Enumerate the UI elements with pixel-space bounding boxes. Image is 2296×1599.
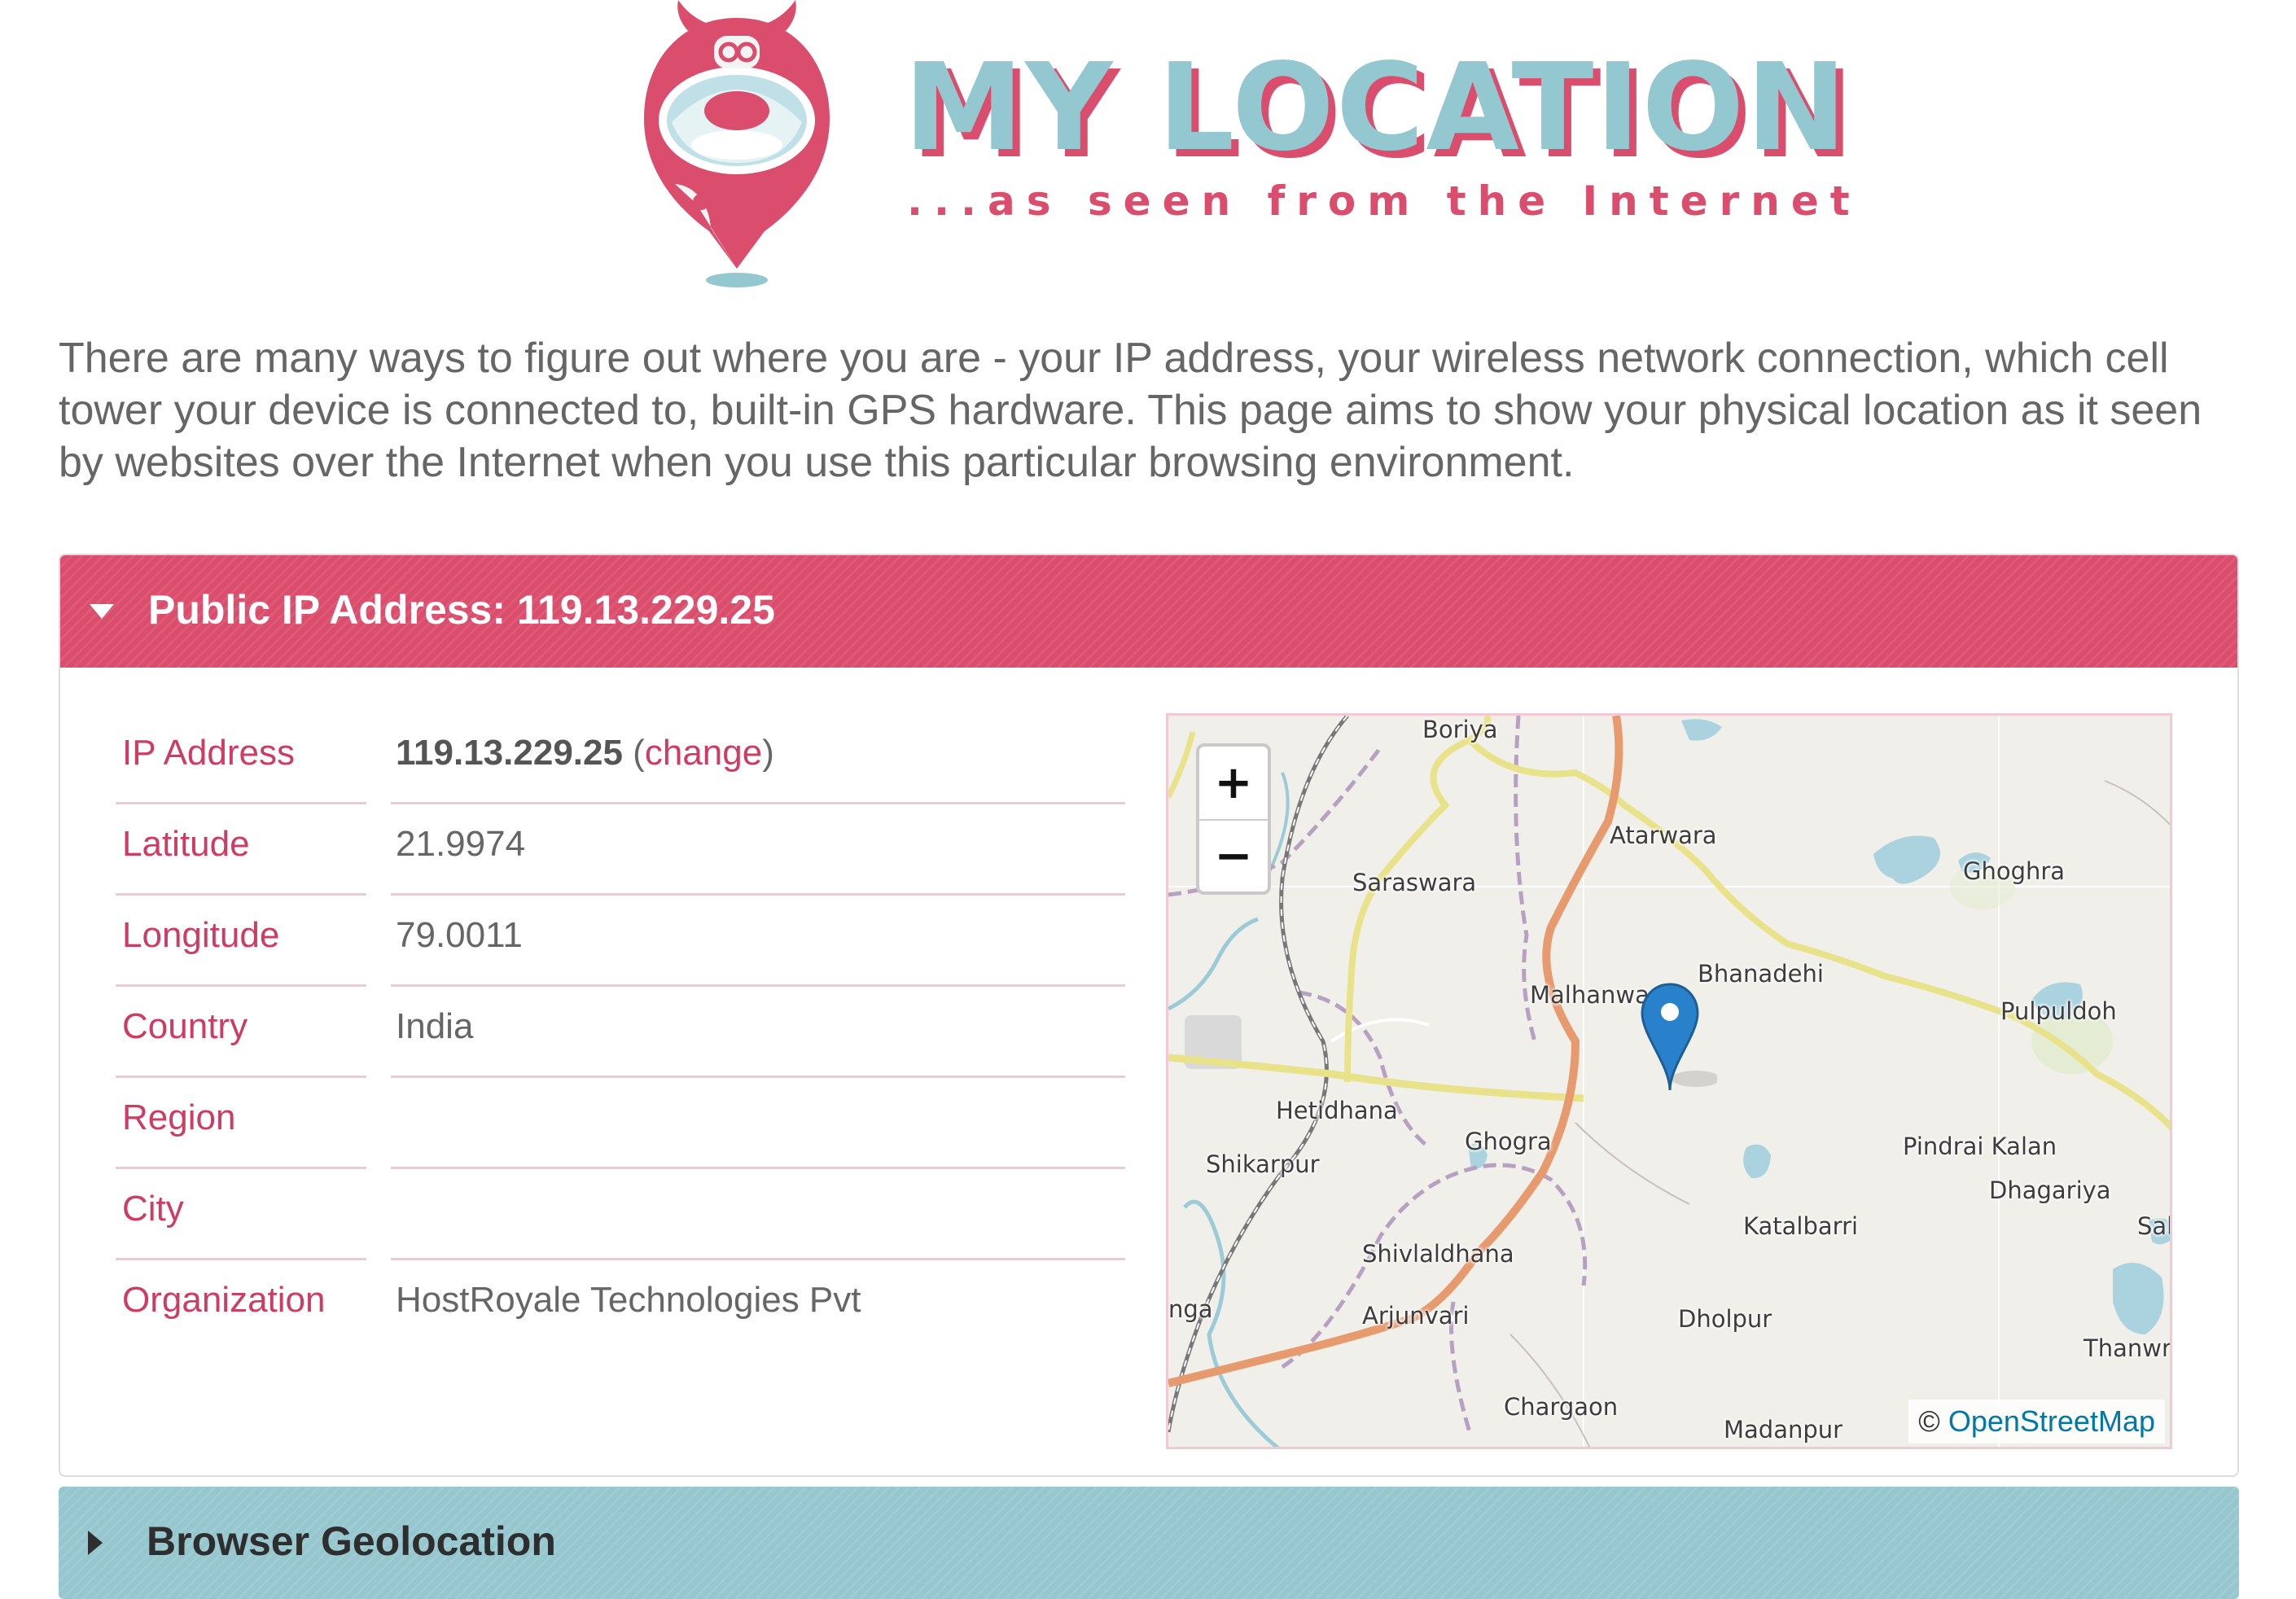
intro-paragraph: There are many ways to figure out where …: [59, 335, 2202, 486]
map-place-label: Pindrai Kalan: [1903, 1132, 2057, 1160]
row-label: IP Address: [122, 733, 295, 773]
table-row-latitude: Latitude 21.9974: [116, 806, 1125, 897]
map-place-label: Chargaon: [1504, 1393, 1619, 1421]
map-place-label: Katalbarri: [1743, 1212, 1859, 1240]
map-place-label: Dhagariya: [1989, 1176, 2111, 1204]
map-place-label: Shikarpur: [1206, 1150, 1320, 1178]
change-ip-link[interactable]: change: [645, 733, 762, 773]
map-place-label: Boriya: [1422, 716, 1498, 743]
caret-down-icon: [90, 604, 114, 619]
map-place-label: Arjunvari: [1362, 1302, 1470, 1330]
map-place-label: Pulpuldoh: [2000, 997, 2117, 1025]
table-row-country: Country India: [116, 988, 1125, 1080]
cow-pin-logo-icon: [644, 0, 830, 287]
site-tagline: ...as seen from the Internet: [907, 177, 1861, 225]
row-label: City: [122, 1189, 184, 1229]
browser-geolocation-panel: Browser Geolocation: [59, 1487, 2239, 1599]
map-place-label: Malhanwa: [1530, 981, 1650, 1009]
zoom-in-button[interactable]: +: [1199, 747, 1268, 821]
map-place-label: Ghogra: [1465, 1128, 1552, 1155]
table-row-region: Region: [116, 1080, 1125, 1171]
ip-address-value: 119.13.229.25: [396, 733, 623, 773]
row-label: Country: [122, 1006, 248, 1046]
openstreetmap-link[interactable]: OpenStreetMap: [1948, 1404, 2155, 1438]
map-place-label: Madanpur: [1724, 1416, 1843, 1443]
site-title: MY LOCATION: [904, 37, 1849, 177]
map-place-label: Atarwara: [1610, 821, 1717, 849]
longitude-value: 79.0011: [396, 915, 523, 955]
map-place-label: Dholpur: [1678, 1305, 1772, 1333]
map-place-label: Sal: [2137, 1212, 2172, 1240]
map-zoom-control: + −: [1196, 743, 1271, 895]
table-row-organization: Organization HostRoyale Technologies Pvt: [116, 1262, 1125, 1353]
map-attribution: © OpenStreetMap: [1908, 1400, 2165, 1443]
ip-info-table: IP Address 119.13.229.25 (change) Latitu…: [116, 715, 1125, 1353]
row-label: Organization: [122, 1280, 326, 1320]
table-row-city: City: [116, 1171, 1125, 1262]
browser-geolocation-panel-header[interactable]: Browser Geolocation: [59, 1487, 2239, 1599]
zoom-out-button[interactable]: −: [1199, 820, 1268, 892]
map-place-label: Saraswara: [1352, 869, 1477, 896]
table-row-longitude: Longitude 79.0011: [116, 897, 1125, 988]
public-ip-panel-title: Public IP Address: 119.13.229.25: [148, 587, 775, 633]
row-label: Region: [122, 1097, 236, 1137]
map-place-label: Ghoghra: [1963, 857, 2066, 885]
latitude-value: 21.9974: [396, 824, 526, 864]
country-value: India: [396, 1006, 474, 1046]
browser-geolocation-panel-title: Browser Geolocation: [147, 1518, 556, 1564]
map-place-label: Shivlaldhana: [1362, 1240, 1514, 1268]
table-row-ip-address: IP Address 119.13.229.25 (change): [116, 715, 1125, 806]
organization-value: HostRoyale Technologies Pvt: [396, 1280, 861, 1320]
caret-right-icon: [88, 1531, 103, 1555]
page: MY LOCATION ...as seen from the Internet…: [0, 0, 2296, 1599]
location-map[interactable]: Boriya Atarwara Saraswara Ghoghra Bhanad…: [1166, 713, 2172, 1449]
public-ip-panel-header[interactable]: Public IP Address: 119.13.229.25: [60, 555, 2237, 668]
location-marker-icon[interactable]: [1639, 981, 1717, 1095]
row-label: Latitude: [122, 824, 250, 864]
row-label: Longitude: [122, 915, 280, 955]
map-place-label: Thanwr: [2083, 1334, 2171, 1362]
map-place-label: Hetidhana: [1276, 1097, 1398, 1124]
map-place-label: nga: [1168, 1295, 1213, 1323]
